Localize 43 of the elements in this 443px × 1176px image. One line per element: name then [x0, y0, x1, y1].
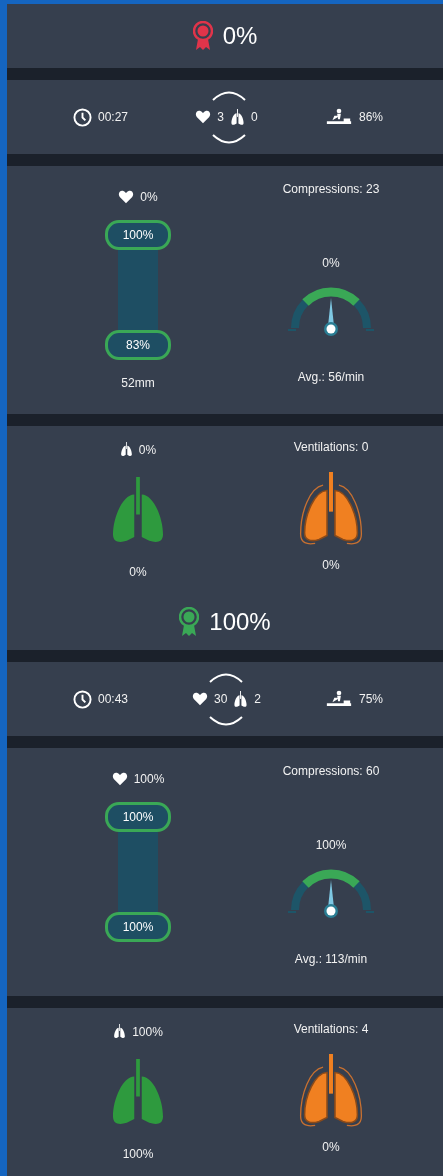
heart-rate-percent: 100% — [133, 772, 165, 786]
lungs-icon — [230, 108, 245, 126]
elapsed-time: 00:43 — [98, 692, 129, 706]
depth-lower-label: 83% — [105, 330, 171, 360]
depth-upper-label: 100% — [105, 802, 171, 832]
heart-rate-percent: 0% — [140, 190, 158, 204]
lungs-icon — [119, 442, 133, 457]
cpr-quality: 86% — [358, 110, 383, 124]
lungs-icon — [113, 1024, 127, 1039]
cpr-quality: 75% — [358, 692, 383, 706]
depth-lower-label: 100% — [105, 912, 171, 942]
volume-percent: 0% — [129, 565, 147, 579]
heart-icon — [191, 692, 208, 706]
compression-count: 30 — [213, 692, 228, 706]
compressions-title: Compressions: 23 — [282, 182, 380, 196]
average-rate: Avg.: 56/min — [297, 370, 365, 384]
clock-icon — [73, 689, 92, 709]
flow-percent: 0% — [322, 558, 340, 572]
score-value: 0% — [222, 22, 258, 50]
lungs-icon — [233, 690, 249, 708]
cpr-person-icon — [324, 689, 353, 709]
compressions-title: Compressions: 60 — [282, 764, 380, 778]
ventilation-count: 2 — [254, 692, 261, 706]
heart-icon — [111, 772, 128, 786]
clock-icon — [73, 107, 92, 127]
average-rate: Avg.: 113/min — [294, 952, 368, 966]
heart-icon — [195, 110, 212, 124]
depth-upper-label: 100% — [105, 220, 171, 250]
rate-percent: 100% — [315, 838, 347, 852]
volume-percent: 100% — [122, 1147, 154, 1161]
flow-percent: 0% — [322, 1140, 340, 1154]
cpr-person-icon — [324, 107, 353, 127]
elapsed-time: 00:27 — [98, 110, 129, 124]
heart-icon — [118, 190, 135, 204]
lung-rate-percent: 100% — [132, 1024, 163, 1039]
compression-count: 3 — [217, 110, 224, 124]
score-value: 100% — [209, 608, 271, 636]
rate-percent: 0% — [322, 256, 340, 270]
ventilation-count: 0 — [251, 110, 258, 124]
lung-rate-percent: 0% — [138, 442, 157, 457]
ventilations-title: Ventilations: 0 — [293, 440, 369, 454]
depth-value: 52mm — [121, 376, 155, 390]
ventilations-title: Ventilations: 4 — [293, 1022, 369, 1036]
